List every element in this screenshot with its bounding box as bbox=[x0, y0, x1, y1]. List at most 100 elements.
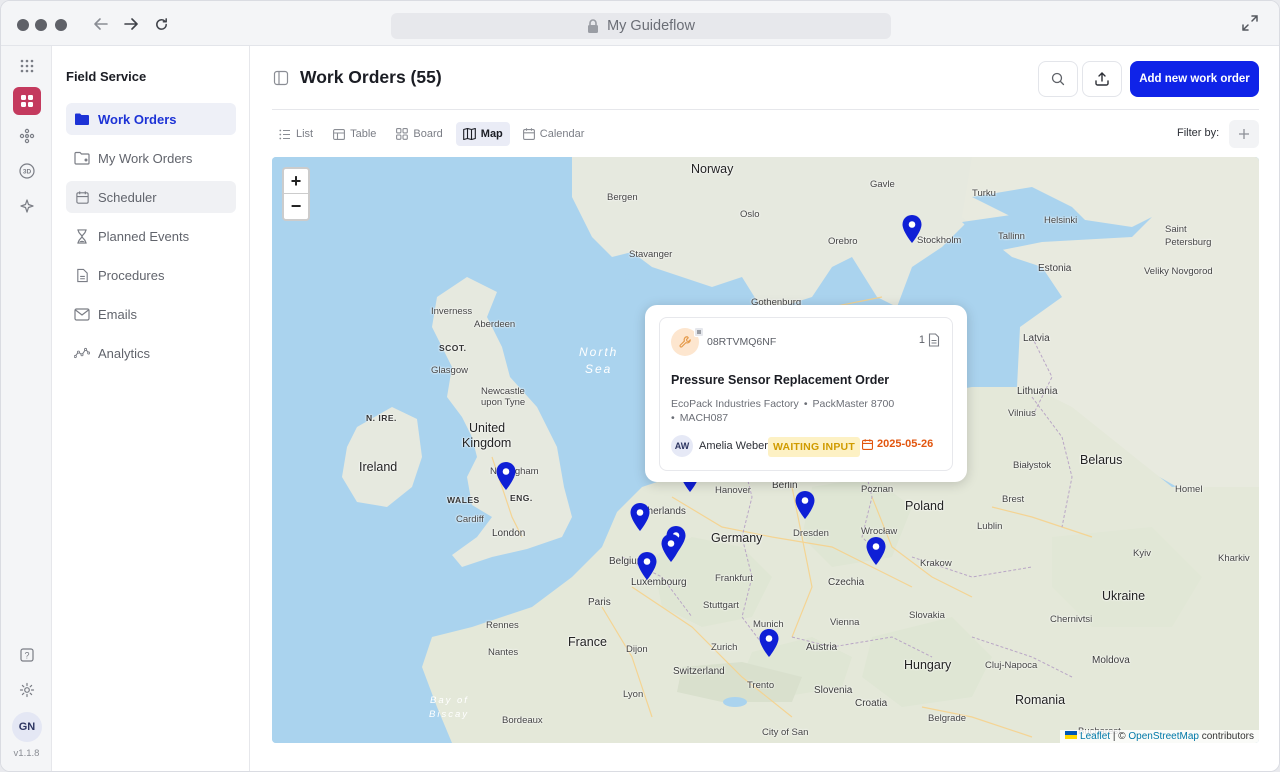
window-maximize-dot[interactable] bbox=[55, 19, 67, 31]
sidebar-item-emails[interactable]: Emails bbox=[66, 298, 236, 330]
map-label: France bbox=[568, 635, 607, 649]
sidebar-item-analytics[interactable]: Analytics bbox=[66, 337, 236, 369]
map-label: Ukraine bbox=[1102, 589, 1146, 603]
sidebar-item-work-orders[interactable]: Work Orders bbox=[66, 103, 236, 135]
map-label: Frankfurt bbox=[715, 573, 754, 584]
window-minimize-dot[interactable] bbox=[35, 19, 47, 31]
map-label: Rennes bbox=[486, 620, 519, 631]
forward-icon[interactable] bbox=[120, 13, 142, 35]
apps-grid-icon[interactable] bbox=[13, 52, 41, 80]
map-label: Slovakia bbox=[909, 610, 945, 621]
ukraine-flag-icon bbox=[1065, 731, 1078, 739]
sparkles-icon[interactable] bbox=[13, 192, 41, 220]
sidebar-item-planned-events[interactable]: Planned Events bbox=[66, 220, 236, 252]
dashboard-icon[interactable] bbox=[13, 87, 41, 115]
attribution-separator: | © bbox=[1112, 731, 1126, 742]
tab-list[interactable]: List bbox=[272, 122, 320, 146]
lock-icon bbox=[588, 19, 599, 33]
add-filter-button[interactable] bbox=[1229, 120, 1259, 148]
file-icon bbox=[928, 333, 940, 347]
tab-calendar[interactable]: Calendar bbox=[516, 122, 592, 146]
map-label: Homel bbox=[1175, 484, 1203, 495]
map-marker-pin-icon[interactable] bbox=[901, 214, 923, 244]
window-close-dot[interactable] bbox=[17, 19, 29, 31]
map-label: United bbox=[469, 421, 506, 435]
work-order-card[interactable]: 08RTVMQ6NF 1 Pressure Sensor Replacement… bbox=[659, 317, 953, 471]
map-label: Dijon bbox=[626, 644, 648, 655]
svg-text:3D: 3D bbox=[23, 169, 32, 176]
map-marker-pin-icon[interactable] bbox=[629, 502, 651, 532]
map-label: Stuttgart bbox=[703, 600, 739, 611]
tab-board[interactable]: Board bbox=[389, 122, 449, 146]
sidebar-title: Field Service bbox=[66, 69, 147, 84]
map-label: Oslo bbox=[740, 209, 760, 220]
tab-table[interactable]: Table bbox=[326, 122, 383, 146]
calendar-icon bbox=[74, 189, 90, 205]
map-marker-pin-icon[interactable] bbox=[758, 628, 780, 658]
3d-icon[interactable]: 3D bbox=[13, 157, 41, 185]
header-divider bbox=[272, 109, 1259, 110]
map-label: Czechia bbox=[828, 577, 865, 588]
work-order-title[interactable]: Pressure Sensor Replacement Order bbox=[671, 373, 889, 387]
due-date-value: 2025-05-26 bbox=[877, 438, 934, 450]
attachment-count-value: 1 bbox=[918, 334, 925, 346]
board-icon bbox=[396, 128, 409, 140]
sidebar-item-label: Procedures bbox=[98, 267, 165, 283]
map-label: Sea bbox=[585, 362, 613, 376]
map-label: Paris bbox=[588, 597, 611, 608]
tab-map[interactable]: Map bbox=[455, 122, 510, 146]
sidebar-item-label: Work Orders bbox=[98, 111, 177, 127]
zoom-out-button[interactable]: − bbox=[284, 194, 308, 219]
work-order-popup[interactable]: 08RTVMQ6NF 1 Pressure Sensor Replacement… bbox=[645, 305, 967, 482]
map-marker-pin-icon[interactable] bbox=[495, 461, 517, 491]
user-avatar[interactable]: GN bbox=[12, 712, 42, 742]
map-icon bbox=[462, 128, 476, 140]
status-badge: WAITING INPUT bbox=[768, 437, 860, 457]
tab-label: Table bbox=[350, 128, 377, 140]
sidebar-item-scheduler[interactable]: Scheduler bbox=[66, 181, 236, 213]
map-label: Saint bbox=[1165, 224, 1187, 235]
map-marker-pin-icon[interactable] bbox=[794, 490, 816, 520]
map-label: N. IRE. bbox=[366, 413, 397, 423]
map-label: WALES bbox=[447, 495, 480, 505]
leaflet-link[interactable]: Leaflet bbox=[1080, 731, 1110, 742]
map-label: Vilnius bbox=[1008, 408, 1036, 419]
sidebar-item-label: My Work Orders bbox=[98, 150, 193, 166]
search-button[interactable] bbox=[1038, 61, 1078, 97]
attachment-count[interactable]: 1 bbox=[919, 333, 940, 347]
back-icon[interactable] bbox=[90, 13, 112, 35]
osm-link[interactable]: OpenStreetMap bbox=[1128, 731, 1199, 742]
work-order-code: 08RTVMQ6NF bbox=[707, 336, 777, 348]
map-marker-pin-icon[interactable] bbox=[865, 536, 887, 566]
sidebar-item-procedures[interactable]: Procedures bbox=[66, 259, 236, 291]
map-label: Romania bbox=[1015, 693, 1066, 707]
map-label: Newcastle bbox=[481, 386, 525, 397]
map-label: Norway bbox=[691, 162, 734, 176]
folder-icon bbox=[74, 111, 90, 127]
settings-gear-icon[interactable] bbox=[13, 676, 41, 704]
map-attribution: Leaflet | © OpenStreetMap contributors bbox=[1060, 730, 1259, 743]
filter-label: Filter by: bbox=[1177, 127, 1220, 139]
attribution-contributors: contributors bbox=[1201, 731, 1254, 742]
work-orders-map[interactable]: + − Norway Gavle Turku Helsinki Saint Pe… bbox=[272, 157, 1259, 743]
sidebar-item-my-work-orders[interactable]: My Work Orders bbox=[66, 142, 236, 174]
work-order-location: EcoPack Industries Factory bbox=[671, 398, 799, 410]
assignee-avatar: AW bbox=[671, 435, 693, 457]
map-marker-pin-icon[interactable] bbox=[660, 533, 682, 563]
meta-separator: • bbox=[803, 398, 808, 410]
reload-icon[interactable] bbox=[150, 13, 172, 35]
sidebar-item-label: Analytics bbox=[98, 345, 151, 361]
expand-icon[interactable] bbox=[1241, 14, 1261, 34]
map-label: Switzerland bbox=[673, 666, 725, 677]
map-label: Kyiv bbox=[1133, 548, 1151, 559]
panel-toggle-icon[interactable] bbox=[273, 70, 289, 86]
address-bar[interactable]: My Guideflow bbox=[391, 13, 891, 39]
work-order-asset: PackMaster 8700 bbox=[812, 398, 895, 410]
map-marker-pin-icon[interactable] bbox=[636, 551, 658, 581]
zoom-in-button[interactable]: + bbox=[284, 169, 308, 194]
map-label: Lublin bbox=[977, 521, 1003, 532]
export-button[interactable] bbox=[1082, 61, 1122, 97]
integrations-icon[interactable] bbox=[13, 122, 41, 150]
help-icon[interactable]: ? bbox=[13, 641, 41, 669]
add-work-order-button[interactable]: Add new work order bbox=[1130, 61, 1259, 97]
